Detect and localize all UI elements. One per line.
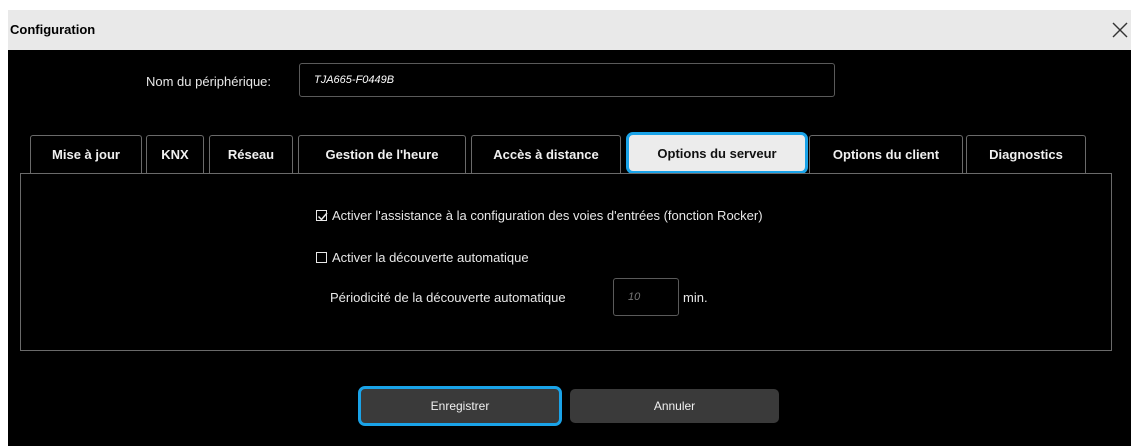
- rocker-assist-label: Activer l'assistance à la configuration …: [332, 208, 763, 223]
- close-icon[interactable]: [1109, 19, 1131, 41]
- tab-label: Options du client: [832, 147, 940, 162]
- discovery-period-label: Périodicité de la découverte automatique: [330, 290, 566, 305]
- tab-label: Mise à jour: [52, 147, 120, 162]
- tab-options-serveur[interactable]: Options du serveur: [626, 132, 808, 174]
- tab-mise-a-jour[interactable]: Mise à jour: [30, 135, 142, 173]
- save-button[interactable]: Enregistrer: [358, 386, 562, 426]
- tab-gestion-heure[interactable]: Gestion de l'heure: [298, 135, 466, 173]
- device-name-input[interactable]: [299, 63, 835, 97]
- server-options-panel: [20, 173, 1112, 351]
- tab-options-client[interactable]: Options du client: [809, 135, 963, 173]
- tab-bar: Mise à jour KNX Réseau Gestion de l'heur…: [20, 132, 1100, 174]
- device-name-label: Nom du périphérique:: [146, 74, 272, 89]
- tab-label: Diagnostics: [989, 147, 1063, 162]
- tab-label: Gestion de l'heure: [325, 147, 439, 162]
- tab-label: KNX: [161, 147, 189, 162]
- cancel-button[interactable]: Annuler: [570, 389, 779, 423]
- rocker-assist-checkbox[interactable]: Activer l'assistance à la configuration …: [316, 208, 763, 223]
- discovery-period-input[interactable]: [613, 278, 679, 316]
- tab-diagnostics[interactable]: Diagnostics: [966, 135, 1086, 173]
- title-bar: Configuration: [8, 10, 1131, 50]
- auto-discovery-label: Activer la découverte automatique: [332, 250, 529, 265]
- discovery-period-unit: min.: [683, 290, 708, 305]
- checkbox-checked-icon: [316, 210, 328, 221]
- tab-label: Réseau: [227, 147, 275, 162]
- tab-label: Accès à distance: [493, 147, 599, 162]
- dialog-title: Configuration: [10, 22, 96, 37]
- tab-acces-distance[interactable]: Accès à distance: [471, 135, 621, 173]
- tab-reseau[interactable]: Réseau: [209, 135, 293, 173]
- tab-label: Options du serveur: [657, 145, 777, 161]
- auto-discovery-checkbox[interactable]: Activer la découverte automatique: [316, 250, 529, 265]
- tab-knx[interactable]: KNX: [146, 135, 204, 173]
- checkbox-unchecked-icon: [316, 252, 327, 263]
